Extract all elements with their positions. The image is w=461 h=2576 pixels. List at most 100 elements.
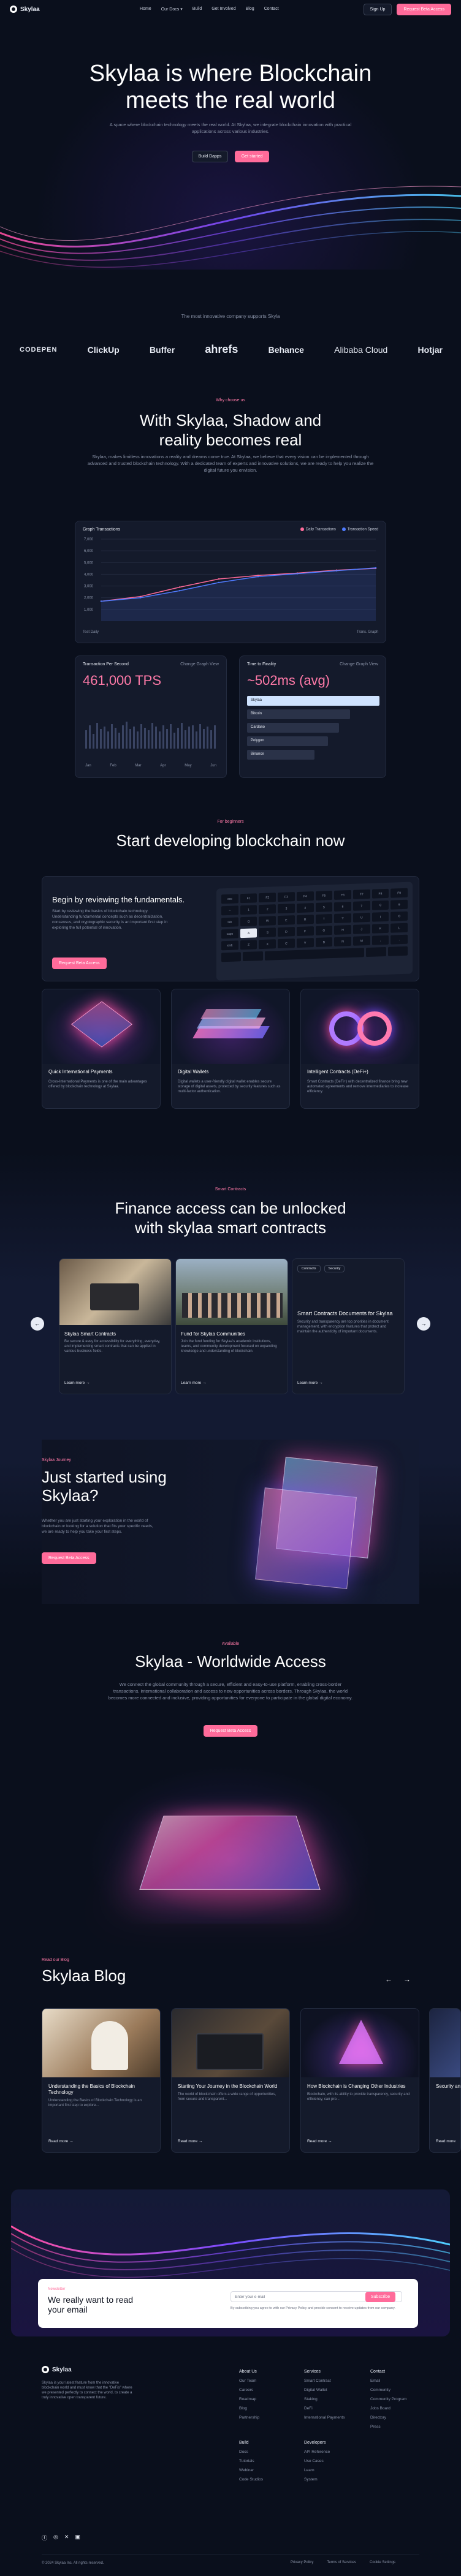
slab-shape xyxy=(200,1009,262,1019)
legal-links: Privacy Policy Terms of Services Cookie … xyxy=(291,2561,395,2564)
key: . xyxy=(391,934,408,945)
footer-link[interactable]: Learn xyxy=(304,2466,330,2475)
learn-more-label: Learn more xyxy=(181,1381,202,1385)
footer-link[interactable]: DeFi xyxy=(304,2404,345,2413)
footer-link[interactable]: Jobs Board xyxy=(370,2404,407,2413)
learn-more-link[interactable]: Learn more → xyxy=(181,1381,207,1385)
read-more-link[interactable]: Read more → xyxy=(178,2139,202,2144)
tps-x-axis: Jan Feb Mar Apr May Jun xyxy=(83,764,219,768)
learn-more-link[interactable]: Learn more → xyxy=(297,1381,323,1385)
key: Z xyxy=(240,940,257,950)
read-more-link[interactable]: Read more → xyxy=(307,2139,332,2144)
finality-change-view-link[interactable]: Change Graph View xyxy=(340,662,378,667)
journey-section: Skylaa Journey Just started using Skylaa?… xyxy=(42,1440,419,1604)
y-tick-label: 6,000 xyxy=(84,550,94,553)
cookie-settings-link[interactable]: Cookie Settings xyxy=(370,2561,395,2564)
blog-card-photo xyxy=(172,2009,289,2077)
start-eyebrow: For beginners xyxy=(217,820,244,824)
nav-link-home[interactable]: Home xyxy=(140,7,151,12)
contracts-title-line1: Finance access can be unlocked xyxy=(115,1199,346,1217)
worldwide-request-button[interactable]: Request Beta Access xyxy=(203,1725,258,1737)
footer-desc: Skylaa is your latest feature from the i… xyxy=(42,2381,132,2400)
footer-link[interactable]: Use Cases xyxy=(304,2457,330,2466)
footer-link[interactable]: Blog xyxy=(239,2404,259,2413)
feature-card-contracts[interactable]: Intelligent Contracts (DeFi+) Smart Cont… xyxy=(300,989,419,1109)
graph-transactions-card: Graph Transactions Daily Transactions Tr… xyxy=(75,521,386,643)
contracts-prev-button[interactable]: ← xyxy=(31,1317,44,1331)
key: F xyxy=(296,926,314,937)
arrow-right-icon: → xyxy=(327,2139,332,2144)
blog-card-photo xyxy=(42,2009,160,2077)
x-icon[interactable]: ✕ xyxy=(64,2534,69,2542)
footer-link[interactable]: Docs xyxy=(239,2447,263,2457)
read-more-link[interactable]: Read more → xyxy=(48,2139,73,2144)
footer-link[interactable]: Directory xyxy=(370,2413,407,2422)
read-more-link[interactable]: Read more xyxy=(436,2139,455,2144)
journey-request-button[interactable]: Request Beta Access xyxy=(42,1552,96,1564)
feature-card-wallets[interactable]: Digital Wallets Digital wallets a user-f… xyxy=(171,989,290,1109)
facebook-icon[interactable]: ⓕ xyxy=(42,2534,47,2542)
tag-contracts: Contracts xyxy=(297,1265,321,1272)
contract-card[interactable]: Contracts Security Smart Contracts Docum… xyxy=(292,1258,405,1394)
blog-card[interactable]: Understanding the Basics of Blockchain T… xyxy=(42,2008,161,2153)
worldwide-eyebrow: Available xyxy=(221,1642,240,1646)
footer-link[interactable]: Press xyxy=(370,2422,407,2431)
nav-link-blog[interactable]: Blog xyxy=(246,7,254,12)
footer-link[interactable]: Code Studios xyxy=(239,2475,263,2484)
nav-link-docs[interactable]: Our Docs ▾ xyxy=(161,7,183,12)
key: X xyxy=(259,939,276,950)
footer-link[interactable]: Community xyxy=(370,2385,407,2395)
logo-icon xyxy=(42,2366,49,2373)
blog-card[interactable]: How Blockchain is Changing Other Industr… xyxy=(300,2008,419,2153)
footer-link[interactable]: Digital Wallet xyxy=(304,2385,345,2395)
nav-link-get-involved[interactable]: Get Involved xyxy=(211,7,235,12)
brand-logo[interactable]: Skylaa xyxy=(10,6,40,13)
footer-link[interactable]: Tutorials xyxy=(239,2457,263,2466)
blog-prev-button[interactable]: ← xyxy=(385,1975,392,1984)
feature-card-payments[interactable]: Quick International Payments Cross-Inter… xyxy=(42,989,161,1109)
contracts-next-button[interactable]: → xyxy=(417,1317,430,1331)
footer-link[interactable]: Our Team xyxy=(239,2376,259,2385)
contract-card[interactable]: Skylaa Smart Contracts Be secure & easy … xyxy=(59,1258,172,1394)
contract-card-photo xyxy=(176,1259,288,1325)
key: F6 xyxy=(334,890,351,900)
footer-link[interactable]: Email xyxy=(370,2376,407,2385)
linkedin-icon[interactable]: ▣ xyxy=(75,2534,80,2542)
sign-up-button[interactable]: Sign Up xyxy=(363,3,392,15)
subscribe-button[interactable]: Subscribe xyxy=(365,2292,396,2302)
footer-link[interactable]: Webinar xyxy=(239,2466,263,2475)
footer-col-title: Services xyxy=(304,2370,321,2374)
terms-link[interactable]: Terms of Services xyxy=(327,2561,356,2564)
key: U xyxy=(352,912,370,923)
fundamentals-request-button[interactable]: Request Beta Access xyxy=(52,958,107,969)
footer-link[interactable]: International Payments xyxy=(304,2413,345,2422)
blog-card[interactable]: Security and Technology Read more xyxy=(429,2008,461,2153)
newsletter-note: By subscribing you agree to with our Pri… xyxy=(230,2306,395,2310)
footer-link[interactable]: System xyxy=(304,2475,330,2484)
footer-link[interactable]: Community Program xyxy=(370,2395,407,2404)
key: 7 xyxy=(352,901,370,911)
footer-link[interactable]: Staking xyxy=(304,2395,345,2404)
contract-card-title: Fund for Skylaa Communities xyxy=(181,1331,245,1337)
blog-next-button[interactable]: → xyxy=(403,1975,411,1984)
footer-link[interactable]: Smart Contract xyxy=(304,2376,345,2385)
footer-link[interactable]: Careers xyxy=(239,2385,259,2395)
blog-card[interactable]: Starting Your Journey in the Blockchain … xyxy=(171,2008,290,2153)
feature-desc: Digital wallets a user-friendly digital … xyxy=(178,1080,281,1093)
nav-link-build[interactable]: Build xyxy=(192,7,202,12)
tps-change-view-link[interactable]: Change Graph View xyxy=(180,662,219,667)
request-beta-access-button[interactable]: Request Beta Access xyxy=(397,3,451,15)
instagram-icon[interactable]: ◎ xyxy=(53,2534,58,2542)
footer-link[interactable]: Partnership xyxy=(239,2413,259,2422)
hero-title-line2: meets the real world xyxy=(125,88,336,113)
nav-link-contact[interactable]: Contact xyxy=(264,7,279,12)
footer-logo[interactable]: Skylaa xyxy=(42,2366,72,2373)
blog-card-photo xyxy=(301,2009,419,2077)
footer-link[interactable]: Roadmap xyxy=(239,2395,259,2404)
key: F1 xyxy=(240,893,257,904)
y-tick-label: 3,000 xyxy=(84,585,94,589)
contract-card[interactable]: Fund for Skylaa Communities Join the fun… xyxy=(175,1258,288,1394)
learn-more-link[interactable]: Learn more → xyxy=(64,1381,90,1385)
footer-link[interactable]: API Reference xyxy=(304,2447,330,2457)
privacy-policy-link[interactable]: Privacy Policy xyxy=(291,2561,313,2564)
